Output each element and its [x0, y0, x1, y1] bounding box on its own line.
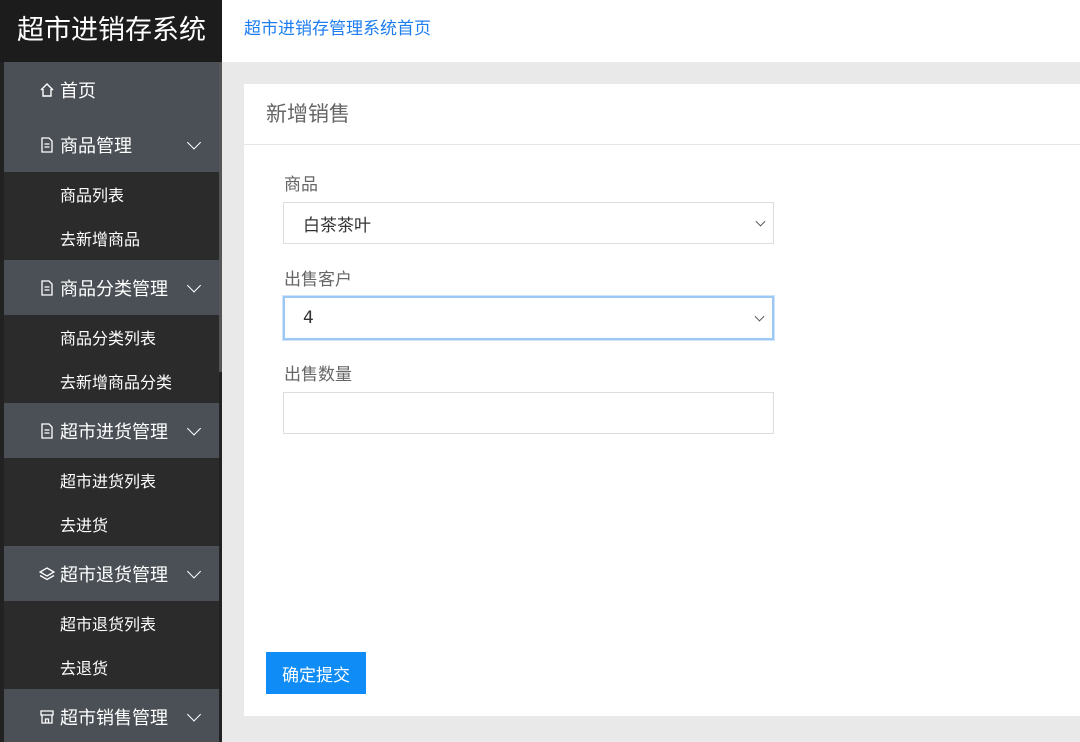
page-title: 新增销售 — [244, 84, 1080, 145]
sidebar-item-go-return[interactable]: 去退货 — [4, 645, 219, 689]
sidebar-group-product[interactable]: 商品管理 — [4, 117, 219, 172]
sidebar-item-label: 超市销售管理 — [60, 707, 168, 729]
document-icon — [38, 279, 56, 296]
sidebar-group-returns[interactable]: 超市退货管理 — [4, 546, 219, 601]
sidebar-item-label: 首页 — [60, 80, 96, 102]
sidebar-scrollbar[interactable] — [219, 62, 222, 372]
chevron-down-icon — [186, 420, 202, 436]
sidebar-group-category[interactable]: 商品分类管理 — [4, 260, 219, 315]
product-select-value: 白茶茶叶 — [303, 215, 371, 236]
sale-form-panel: 新增销售 商品 白茶茶叶 出售客户 4 出售数量 确定提交 — [244, 84, 1080, 716]
sidebar-item-add-category[interactable]: 去新增商品分类 — [4, 359, 219, 403]
sidebar-item-home[interactable]: 首页 — [4, 62, 219, 117]
chevron-down-icon — [754, 311, 765, 322]
product-label: 商品 — [284, 175, 318, 195]
sidebar: 超市进销存系统 首页 商品管理 商品列表 去新增商品 商品分类管理 商品分类列表… — [0, 0, 222, 742]
sidebar-item-product-list[interactable]: 商品列表 — [4, 172, 219, 216]
sidebar-item-label: 超市进货管理 — [60, 421, 168, 443]
sidebar-group-purchase[interactable]: 超市进货管理 — [4, 403, 219, 458]
chevron-down-icon — [186, 277, 202, 293]
product-select[interactable]: 白茶茶叶 — [283, 202, 774, 244]
shop-icon — [38, 709, 56, 725]
sidebar-item-label: 商品管理 — [60, 135, 132, 157]
chevron-down-icon — [186, 134, 202, 150]
sidebar-item-returns-list[interactable]: 超市退货列表 — [4, 601, 219, 645]
sidebar-item-label: 超市退货管理 — [60, 564, 168, 586]
sidebar-group-sales[interactable]: 超市销售管理 — [4, 689, 219, 742]
sidebar-item-go-purchase[interactable]: 去进货 — [4, 502, 219, 546]
sidebar-item-category-list[interactable]: 商品分类列表 — [4, 315, 219, 359]
layers-icon — [38, 566, 56, 582]
document-icon — [38, 136, 56, 153]
chevron-down-icon — [186, 706, 202, 722]
chevron-down-icon — [186, 563, 202, 579]
chevron-down-icon — [755, 216, 766, 227]
top-bar: 超市进销存管理系统首页 — [222, 0, 1080, 62]
sidebar-item-label: 商品分类管理 — [60, 278, 168, 300]
sidebar-item-purchase-list[interactable]: 超市进货列表 — [4, 458, 219, 502]
customer-label: 出售客户 — [284, 270, 352, 290]
home-icon — [38, 82, 56, 98]
home-link[interactable]: 超市进销存管理系统首页 — [244, 14, 431, 39]
quantity-label: 出售数量 — [284, 365, 352, 385]
app-brand: 超市进销存系统 — [0, 0, 222, 62]
customer-select[interactable]: 4 — [283, 296, 774, 340]
document-icon — [38, 422, 56, 439]
customer-select-value: 4 — [303, 308, 314, 328]
quantity-input[interactable] — [283, 392, 774, 434]
submit-button[interactable]: 确定提交 — [266, 652, 366, 694]
sidebar-menu: 首页 商品管理 商品列表 去新增商品 商品分类管理 商品分类列表 去新增商品分类… — [4, 62, 219, 742]
sidebar-item-add-product[interactable]: 去新增商品 — [4, 216, 219, 260]
